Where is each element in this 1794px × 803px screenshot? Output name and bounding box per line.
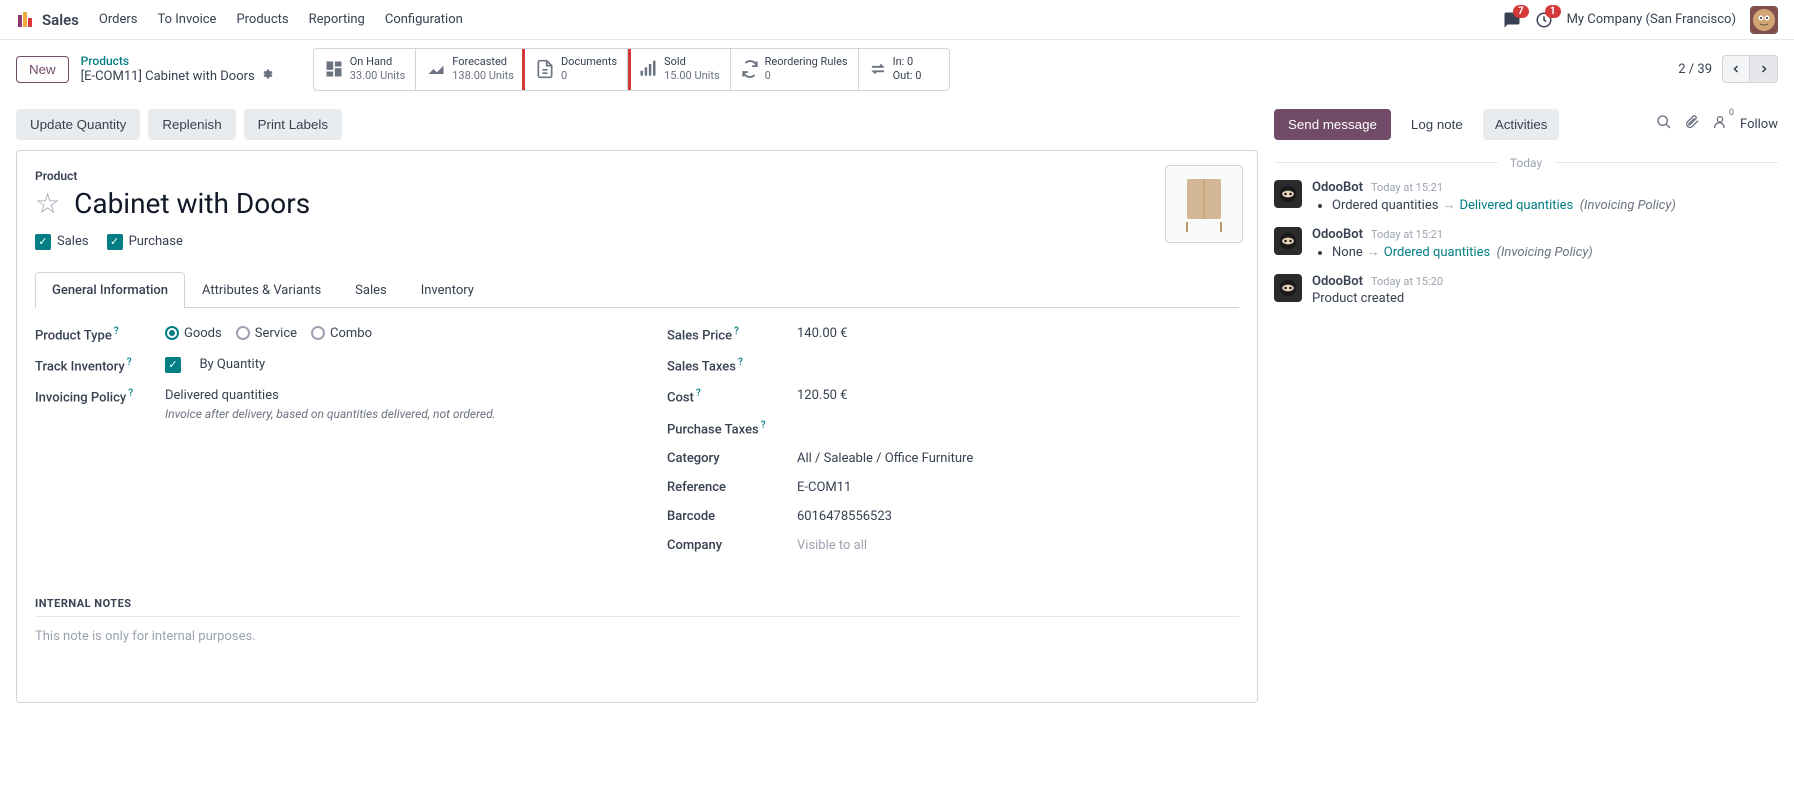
pager-next[interactable] <box>1750 55 1778 83</box>
company-selector[interactable]: My Company (San Francisco) <box>1567 12 1736 27</box>
stat-in-out[interactable]: In: 0Out: 0 <box>859 49 949 90</box>
breadcrumb-current: [E-COM11] Cabinet with Doors <box>81 69 255 84</box>
cost-value[interactable]: 120.50 € <box>797 388 1239 403</box>
stat-reordering[interactable]: Reordering Rules0 <box>731 49 859 90</box>
reference-value[interactable]: E-COM11 <box>797 480 1239 495</box>
print-labels-button[interactable]: Print Labels <box>244 109 342 140</box>
internal-notes-field[interactable]: This note is only for internal purposes. <box>35 629 1239 644</box>
pager-prev[interactable] <box>1722 55 1750 83</box>
track-inventory-checkbox[interactable]: ✓ By Quantity <box>165 357 607 373</box>
gear-icon[interactable] <box>261 68 273 84</box>
help-icon[interactable]: ? <box>114 326 119 337</box>
stat-sold[interactable]: Sold15.00 Units <box>628 49 731 90</box>
bot-avatar-icon <box>1274 274 1302 302</box>
stat-documents[interactable]: Documents0 <box>525 49 628 90</box>
messages-icon[interactable]: 7 <box>1503 11 1521 29</box>
subheader: New Products [E-COM11] Cabinet with Door… <box>0 40 1794 99</box>
log-entry: OdooBotToday at 15:21 None→Ordered quant… <box>1274 227 1778 260</box>
app-name[interactable]: Sales <box>42 11 79 29</box>
breadcrumb-parent[interactable]: Products <box>81 54 273 68</box>
action-buttons: Update Quantity Replenish Print Labels <box>16 99 1258 150</box>
breadcrumb: Products [E-COM11] Cabinet with Doors <box>81 54 273 84</box>
bars-icon <box>638 59 658 79</box>
help-icon[interactable]: ? <box>761 420 766 431</box>
log-entry: OdooBotToday at 15:20 Product created <box>1274 274 1778 306</box>
bot-avatar-icon <box>1274 227 1302 255</box>
purchase-checkbox[interactable]: ✓Purchase <box>107 234 183 250</box>
today-divider: Today <box>1274 156 1778 170</box>
chart-area-icon <box>426 59 446 79</box>
sales-checkbox[interactable]: ✓Sales <box>35 234 89 250</box>
menu-products[interactable]: Products <box>236 12 288 27</box>
log-note-button[interactable]: Log note <box>1399 109 1475 140</box>
stat-buttons: On Hand33.00 Units Forecasted138.00 Unit… <box>313 48 950 91</box>
search-icon[interactable] <box>1656 114 1672 134</box>
app-logo-icon <box>16 11 34 29</box>
messages-badge: 7 <box>1513 5 1529 18</box>
tabs: General Information Attributes & Variant… <box>35 272 1239 308</box>
followers-icon[interactable]: 0 <box>1712 114 1728 134</box>
top-nav: Sales Orders To Invoice Products Reporti… <box>0 0 1794 40</box>
track-inventory-value: ✓ By Quantity <box>165 357 607 373</box>
user-avatar[interactable] <box>1750 6 1778 34</box>
product-type-radio: Goods Service Combo <box>165 326 607 341</box>
invoicing-policy-value[interactable]: Delivered quantities <box>165 388 607 403</box>
menu-to-invoice[interactable]: To Invoice <box>157 12 216 27</box>
refresh-icon <box>741 60 759 78</box>
help-icon[interactable]: ? <box>128 388 133 399</box>
help-icon[interactable]: ? <box>738 357 743 368</box>
topnav-right: 7 1 My Company (San Francisco) <box>1503 6 1778 34</box>
bot-avatar-icon <box>1274 180 1302 208</box>
sales-price-value[interactable]: 140.00 € <box>797 326 1239 341</box>
menu-reporting[interactable]: Reporting <box>309 12 365 27</box>
internal-notes-title: INTERNAL NOTES <box>35 597 1239 617</box>
boxes-icon <box>324 59 344 79</box>
invoicing-note: Invoice after delivery, based on quantit… <box>165 407 607 421</box>
pager: 2 / 39 <box>1678 55 1778 83</box>
transfer-icon <box>869 60 887 78</box>
pager-text[interactable]: 2 / 39 <box>1678 62 1712 77</box>
product-card: Product ☆ Cabinet with Doors ✓Sales ✓Pur… <box>16 150 1258 703</box>
replenish-button[interactable]: Replenish <box>148 109 235 140</box>
product-name[interactable]: Cabinet with Doors <box>74 187 310 220</box>
activities-badge: 1 <box>1545 5 1561 18</box>
log-entry: OdooBotToday at 15:21 Ordered quantities… <box>1274 180 1778 213</box>
product-image[interactable] <box>1165 165 1243 243</box>
category-value[interactable]: All / Saleable / Office Furniture <box>797 451 1239 466</box>
favorite-star-icon[interactable]: ☆ <box>35 187 60 220</box>
attachment-icon[interactable] <box>1684 114 1700 134</box>
tab-sales[interactable]: Sales <box>338 272 404 308</box>
product-label: Product <box>35 169 1239 183</box>
follow-button[interactable]: Follow <box>1740 117 1778 132</box>
menu-configuration[interactable]: Configuration <box>385 12 463 27</box>
main-menu: Orders To Invoice Products Reporting Con… <box>99 12 463 27</box>
send-message-button[interactable]: Send message <box>1274 109 1391 140</box>
help-icon[interactable]: ? <box>127 357 132 368</box>
tab-attributes[interactable]: Attributes & Variants <box>185 272 338 308</box>
help-icon[interactable]: ? <box>696 388 701 399</box>
radio-service[interactable]: Service <box>236 326 297 341</box>
stat-forecasted[interactable]: Forecasted138.00 Units <box>416 49 525 90</box>
stat-on-hand[interactable]: On Hand33.00 Units <box>314 49 417 90</box>
tab-general[interactable]: General Information <box>35 272 185 308</box>
activities-icon[interactable]: 1 <box>1535 11 1553 29</box>
radio-goods[interactable]: Goods <box>165 326 222 341</box>
menu-orders[interactable]: Orders <box>99 12 138 27</box>
company-value[interactable]: Visible to all <box>797 538 1239 553</box>
barcode-value[interactable]: 6016478556523 <box>797 509 1239 524</box>
update-quantity-button[interactable]: Update Quantity <box>16 109 140 140</box>
document-icon <box>535 59 555 79</box>
tab-inventory[interactable]: Inventory <box>404 272 491 308</box>
help-icon[interactable]: ? <box>734 326 739 337</box>
new-button[interactable]: New <box>16 56 69 83</box>
chatter: Send message Log note Activities 0 Follo… <box>1258 99 1778 703</box>
activities-button[interactable]: Activities <box>1483 109 1560 140</box>
radio-combo[interactable]: Combo <box>311 326 372 341</box>
